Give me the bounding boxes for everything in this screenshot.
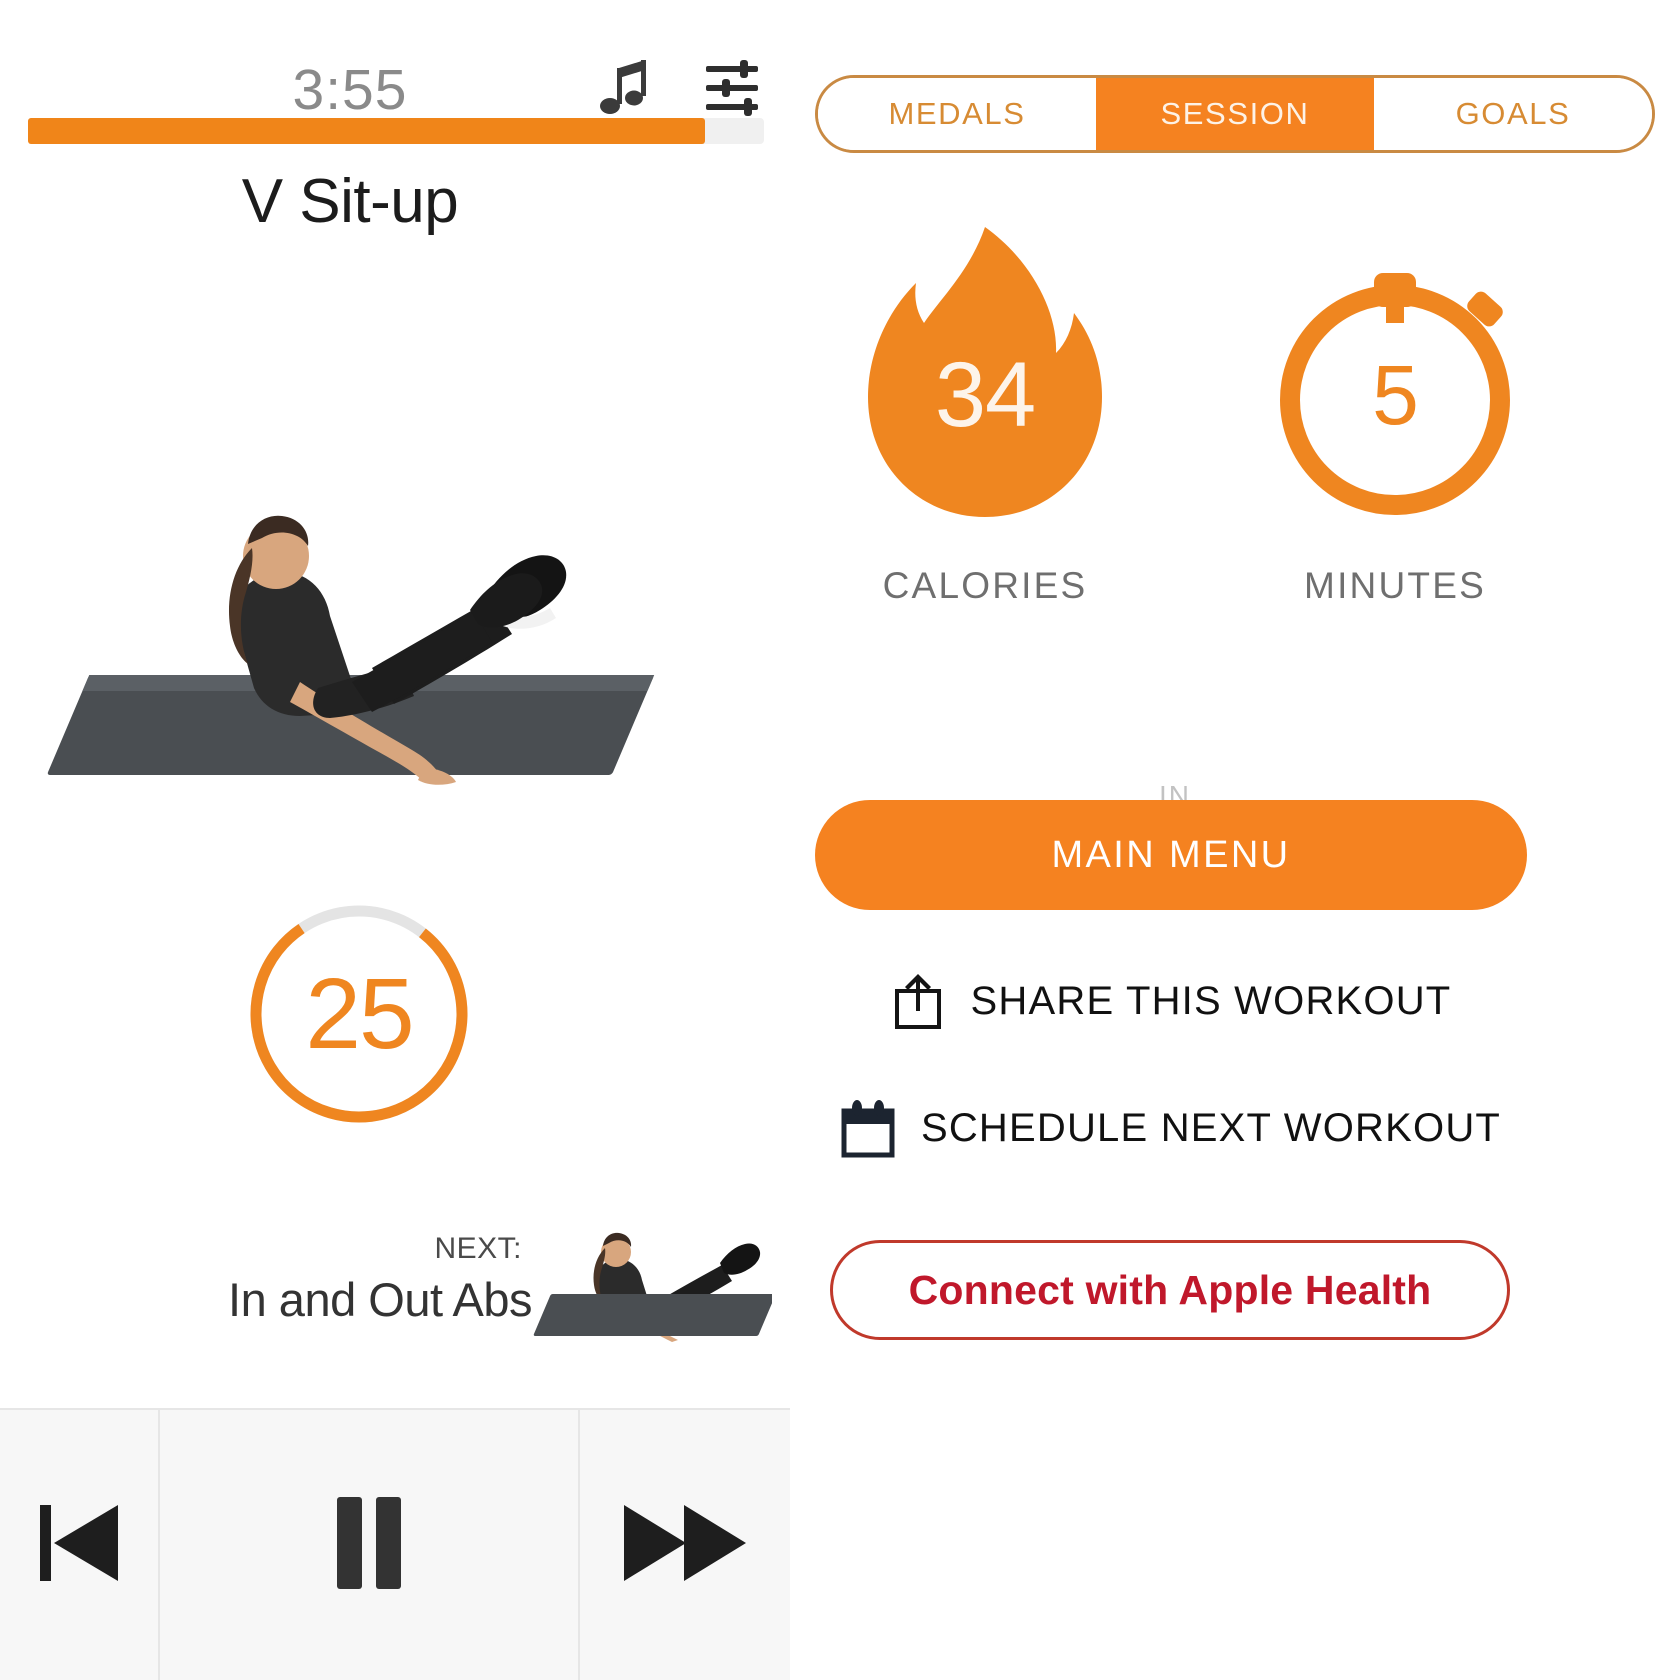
rep-counter-ring: 25 — [245, 900, 473, 1128]
main-menu-button[interactable]: MAIN MENU — [815, 800, 1527, 910]
tab-medals[interactable]: MEDALS — [818, 78, 1096, 150]
player-topbar: 3:55 — [0, 30, 790, 119]
share-icon — [891, 971, 945, 1031]
tab-medals-label: MEDALS — [888, 96, 1026, 131]
next-thumb-mat — [533, 1294, 772, 1336]
workout-player-panel: 3:55 V Sit-up 25 NEXT: In and Out Abs — [0, 0, 790, 1680]
fast-forward-button[interactable] — [578, 1410, 790, 1680]
next-label: NEXT: — [434, 1232, 522, 1265]
previous-track-button[interactable] — [0, 1410, 158, 1680]
tab-session[interactable]: SESSION — [1096, 78, 1374, 150]
connect-apple-health-button[interactable]: Connect with Apple Health — [830, 1240, 1510, 1340]
music-note-icon[interactable] — [595, 56, 655, 120]
schedule-workout-row[interactable]: SCHEDULE NEXT WORKOUT — [815, 1092, 1527, 1164]
pause-button[interactable] — [158, 1410, 578, 1680]
calories-label: CALORIES — [882, 565, 1088, 606]
next-exercise-thumbnail — [532, 1222, 772, 1342]
session-summary-panel: MEDALS SESSION GOALS 34 CALORIES 5 MINUT… — [790, 0, 1680, 1680]
schedule-workout-label: SCHEDULE NEXT WORKOUT — [920, 1105, 1502, 1150]
tab-session-label: SESSION — [1160, 96, 1310, 131]
minutes-label: MINUTES — [1304, 565, 1486, 606]
session-stats: 34 CALORIES 5 MINUTES IN — [790, 215, 1680, 811]
stopwatch-icon: 5 — [1230, 215, 1560, 525]
next-exercise-name: In and Out Abs — [228, 1273, 532, 1326]
share-workout-label: SHARE THIS WORKOUT — [970, 978, 1452, 1023]
equalizer-icon[interactable] — [700, 58, 762, 118]
exercise-illustration — [0, 420, 790, 840]
workout-progress-bar[interactable] — [28, 118, 764, 144]
calendar-icon — [841, 1098, 895, 1158]
flame-icon: 34 — [820, 215, 1150, 525]
calories-value: 34 — [934, 344, 1036, 446]
transport-controls — [0, 1408, 790, 1680]
tab-goals[interactable]: GOALS — [1374, 78, 1652, 150]
page-title: V Sit-up — [241, 167, 459, 236]
minutes-value: 5 — [1372, 348, 1419, 442]
rep-count-value: 25 — [305, 957, 414, 1070]
tab-goals-label: GOALS — [1455, 96, 1571, 131]
summary-tabs: MEDALS SESSION GOALS — [815, 75, 1655, 153]
previous-track-icon — [34, 1495, 124, 1596]
minutes-stat: 5 MINUTES — [1230, 215, 1560, 606]
next-exercise-preview[interactable]: NEXT: In and Out Abs — [0, 1222, 790, 1352]
pause-icon — [329, 1493, 409, 1598]
fast-forward-icon — [620, 1495, 750, 1596]
progress-fill — [28, 118, 706, 144]
app-root: 3:55 V Sit-up 25 NEXT: In and Out Abs ME… — [0, 0, 1680, 1680]
calories-stat: 34 CALORIES — [820, 215, 1150, 606]
share-workout-row[interactable]: SHARE THIS WORKOUT — [815, 965, 1527, 1037]
